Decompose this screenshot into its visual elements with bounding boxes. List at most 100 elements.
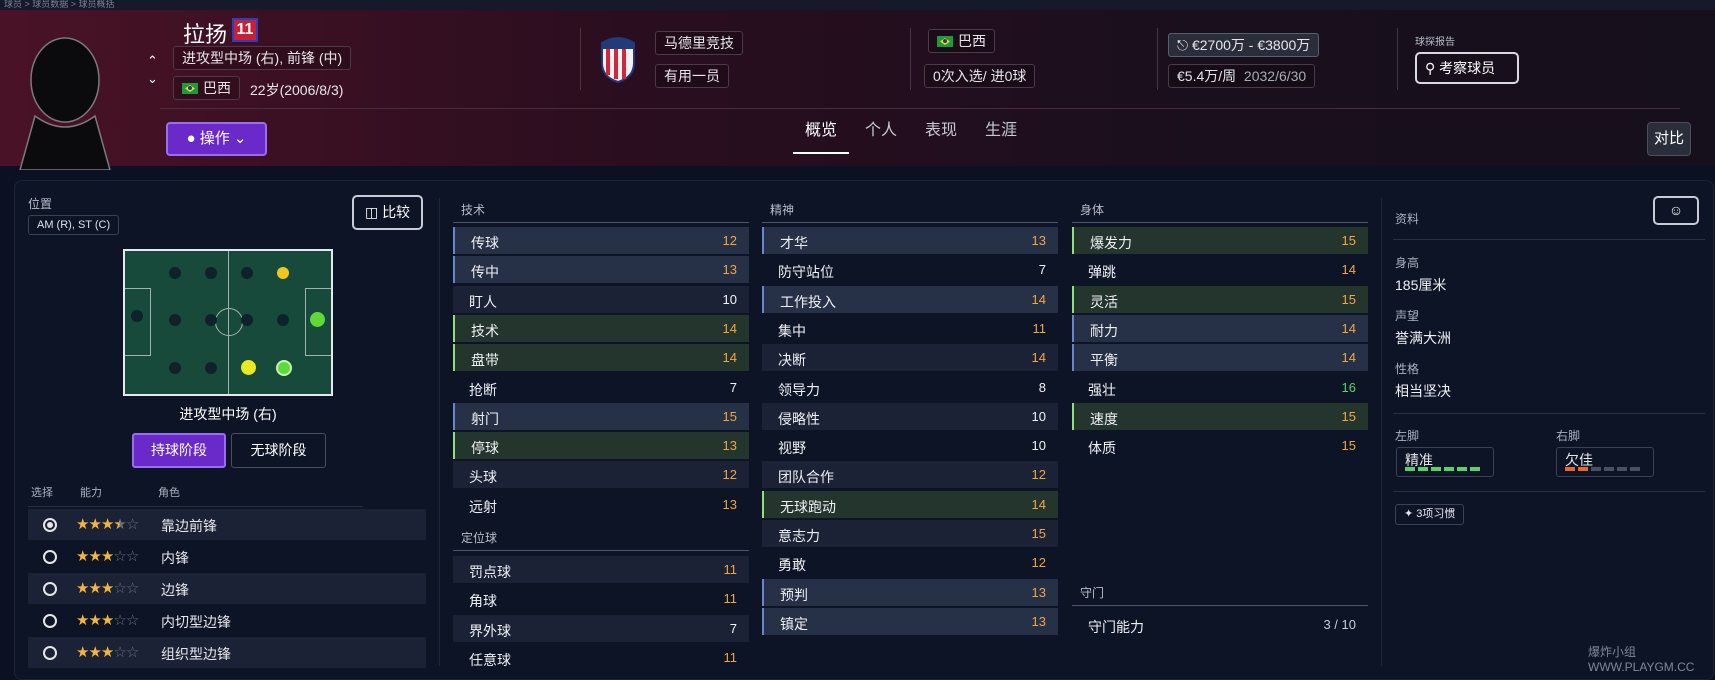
attribute-row[interactable]: 头球 12 (453, 461, 749, 489)
info-title: 资料 (1395, 212, 1420, 226)
compare-icon: ◫ (364, 204, 379, 220)
goalkeeping-ability-row[interactable]: 守门能力 3 / 10 (1072, 611, 1368, 638)
wage-contract: €5.4万/周 2032/6/30 (1168, 64, 1316, 88)
attribute-row[interactable]: 平衡 14 (1072, 344, 1368, 372)
player-age: 22岁(2006/8/3) (250, 82, 344, 98)
role-row[interactable]: ★★★☆☆ 边锋 (28, 573, 426, 604)
attribute-row[interactable]: 技术 14 (453, 314, 749, 342)
mental-title: 精神 (770, 203, 795, 217)
attribute-row[interactable]: 爆发力 15 (1072, 227, 1368, 254)
attribute-row[interactable]: 视野 10 (762, 432, 1058, 459)
tab-performance[interactable]: 表现 (925, 118, 957, 154)
role-stars: ★★★☆☆ (76, 644, 139, 661)
tab-personal[interactable]: 个人 (865, 118, 897, 154)
attribute-name: 平衡 (1090, 352, 1118, 369)
attribute-row[interactable]: 镇定 13 (762, 607, 1058, 635)
role-radio[interactable] (43, 614, 57, 628)
attribute-row[interactable]: 集中 11 (762, 315, 1058, 342)
header-role: 角色 (158, 487, 180, 499)
attribute-row[interactable]: 传中 13 (453, 256, 749, 284)
person-circle-icon: ☺ (1668, 202, 1684, 218)
attribute-row[interactable]: 灵活 15 (1072, 285, 1368, 313)
role-name: 内切型边锋 (161, 614, 231, 630)
attribute-row[interactable]: 抢断 7 (453, 374, 749, 401)
attribute-value: 14 (1031, 291, 1046, 307)
attribute-row[interactable]: 弹跳 14 (1072, 256, 1368, 283)
attribute-value: 13 (1031, 233, 1046, 248)
attribute-row[interactable]: 盘带 14 (453, 344, 749, 372)
attribute-name: 守门能力 (1088, 619, 1144, 635)
attribute-name: 角球 (469, 593, 497, 610)
actions-button[interactable]: ● 操作 ⌄ (166, 122, 267, 156)
role-row[interactable]: ★★★☆☆ 内切型边锋 (28, 605, 426, 636)
attribute-row[interactable]: 耐力 14 (1072, 314, 1368, 342)
breadcrumb[interactable]: 球员 > 球员数据 > 球员概括 (0, 0, 1715, 10)
attribute-row[interactable]: 任意球 11 (453, 644, 749, 671)
squad-number-badge: 11 (232, 18, 258, 42)
attribute-row[interactable]: 才华 13 (762, 227, 1058, 254)
player-nav-arrows[interactable]: ⌃ ⌄ (147, 52, 158, 88)
attribute-row[interactable]: 盯人 10 (453, 285, 749, 313)
attribute-name: 集中 (778, 322, 806, 339)
attribute-row[interactable]: 罚点球 11 (453, 556, 749, 583)
header-ability: 能力 (80, 487, 102, 499)
role-radio[interactable] (43, 550, 57, 564)
international-nation[interactable]: 巴西 (928, 29, 995, 53)
attribute-row[interactable]: 远射 13 (453, 491, 749, 518)
attribute-row[interactable]: 防守站位 7 (762, 256, 1058, 283)
compare-button[interactable]: 对比 (1647, 122, 1691, 156)
out-of-possession-tab[interactable]: 无球阶段 (231, 433, 326, 468)
role-row[interactable]: ★★★☆☆ 组织型边锋 (28, 637, 426, 668)
attribute-row[interactable]: 勇敢 12 (762, 549, 1058, 576)
attribute-row[interactable]: 强壮 16 (1072, 374, 1368, 401)
personality-label: 性格 (1395, 362, 1420, 376)
role-radio[interactable] (43, 646, 57, 660)
attribute-row[interactable]: 无球跑动 14 (762, 490, 1058, 518)
attribute-row[interactable]: 射门 15 (453, 402, 749, 430)
role-row[interactable]: ★★★☆☆ 内锋 (28, 541, 426, 572)
attribute-name: 工作投入 (780, 293, 836, 310)
attribute-row[interactable]: 预判 13 (762, 578, 1058, 606)
compare-positions-button[interactable]: ◫ 比较 (352, 195, 423, 230)
club-name[interactable]: 马德里竞技 (655, 31, 743, 55)
attribute-row[interactable]: 速度 15 (1072, 402, 1368, 430)
tab-overview[interactable]: 概览 (793, 118, 850, 154)
attribute-row[interactable]: 停球 13 (453, 432, 749, 460)
attribute-value: 15 (1341, 408, 1356, 424)
attribute-row[interactable]: 决断 14 (762, 344, 1058, 372)
attribute-name: 领导力 (778, 381, 820, 398)
attribute-row[interactable]: 团队合作 12 (762, 461, 1058, 489)
attribute-row[interactable]: 工作投入 14 (762, 285, 1058, 313)
role-stars: ★★★☆☆ (76, 580, 139, 597)
club-crest-icon[interactable] (598, 33, 638, 83)
attribute-name: 勇敢 (778, 557, 806, 574)
attribute-value: 14 (1031, 350, 1046, 366)
scout-player-button[interactable]: ⚲ 考察球员 (1415, 52, 1519, 84)
attribute-name: 罚点球 (469, 564, 511, 580)
attribute-row[interactable]: 侵略性 10 (762, 402, 1058, 430)
attribute-name: 技术 (471, 322, 499, 339)
role-radio[interactable] (43, 582, 57, 596)
role-row[interactable]: ★★★★☆ 靠边前锋 (28, 509, 426, 540)
nationality-badge[interactable]: 巴西 (173, 76, 240, 100)
attribute-value: 15 (1341, 438, 1356, 454)
attribute-row[interactable]: 角球 11 (453, 585, 749, 612)
tab-career[interactable]: 生涯 (985, 118, 1017, 154)
role-radio[interactable] (43, 518, 57, 532)
attribute-row[interactable]: 体质 15 (1072, 432, 1368, 459)
attribute-name: 才华 (780, 235, 808, 251)
attribute-row[interactable]: 传球 12 (453, 227, 749, 254)
attribute-row[interactable]: 界外球 7 (453, 614, 749, 642)
in-possession-tab[interactable]: 持球阶段 (132, 433, 226, 468)
attribute-value: 14 (1031, 496, 1046, 512)
attribute-value: 12 (722, 467, 737, 483)
watermark: 爆炸小组 WWW.PLAYGM.CC (1588, 645, 1695, 674)
habits-badge[interactable]: ✦ 3项习惯 (1395, 504, 1465, 525)
player-positions: 进攻型中场 (右), 前锋 (中) (173, 46, 352, 70)
attribute-row[interactable]: 意志力 15 (762, 520, 1058, 547)
role-name: 边锋 (161, 582, 189, 598)
attribute-row[interactable]: 领导力 8 (762, 374, 1058, 401)
profile-toggle-button[interactable]: ☺ (1653, 196, 1699, 225)
attribute-value: 10 (1031, 438, 1046, 454)
role-name: 靠边前锋 (161, 518, 217, 534)
